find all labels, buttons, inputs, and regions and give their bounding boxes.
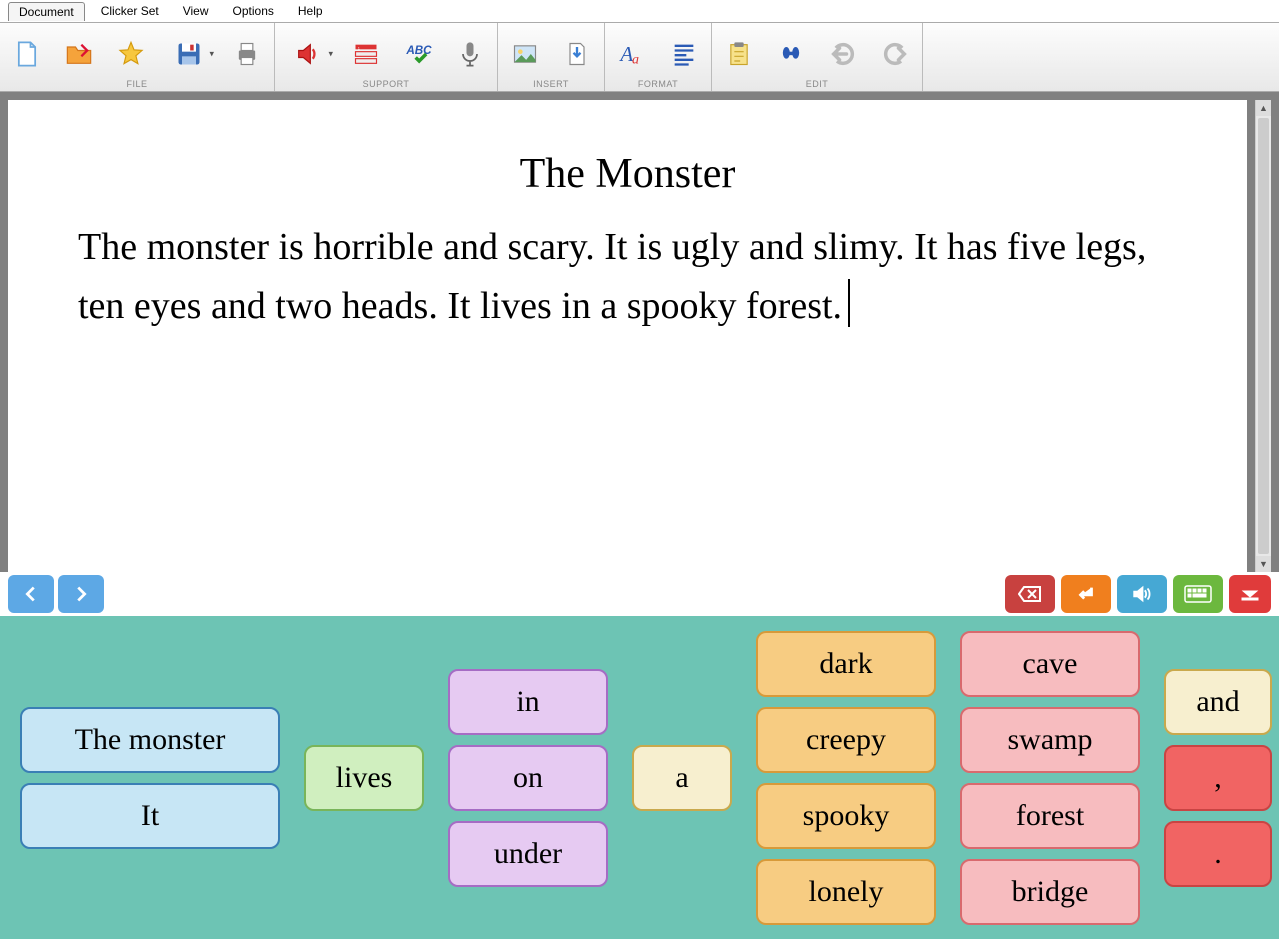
- svg-text:ABC: ABC: [405, 44, 432, 57]
- document-body: The monster is horrible and scary. It is…: [78, 218, 1177, 336]
- menu-options[interactable]: Options: [221, 2, 286, 20]
- scroll-thumb[interactable]: [1258, 118, 1269, 554]
- predictor-button[interactable]: 1: [349, 37, 383, 71]
- word-cell-bridge[interactable]: bridge: [960, 859, 1140, 925]
- word-cell-on[interactable]: on: [448, 745, 608, 811]
- font-button[interactable]: Aa: [615, 37, 649, 71]
- control-strip: [0, 572, 1279, 616]
- grid-prev-button[interactable]: [8, 575, 54, 613]
- scroll-up-arrow[interactable]: ▲: [1256, 100, 1271, 116]
- group-label-support: SUPPORT: [275, 79, 497, 91]
- document-area: The Monster The monster is horrible and …: [0, 92, 1279, 572]
- word-cell-lonely[interactable]: lonely: [756, 859, 936, 925]
- paragraph-button[interactable]: [667, 37, 701, 71]
- menu-view[interactable]: View: [171, 2, 221, 20]
- word-cell-a[interactable]: a: [632, 745, 732, 811]
- word-cell-under[interactable]: under: [448, 821, 608, 887]
- word-cell-creepy[interactable]: creepy: [756, 707, 936, 773]
- grid-next-button[interactable]: [58, 575, 104, 613]
- menu-bar: Document Clicker Set View Options Help: [0, 0, 1279, 22]
- print-button[interactable]: [230, 37, 264, 71]
- word-cell-it[interactable]: It: [20, 783, 280, 849]
- word-cell-lives[interactable]: lives: [304, 745, 424, 811]
- enter-button[interactable]: [1061, 575, 1111, 613]
- toolbar: FILE 1 ABC SUPPORT INSERT Aa FORMAT EDI: [0, 22, 1279, 92]
- word-cell-dark[interactable]: dark: [756, 631, 936, 697]
- group-label-edit: EDIT: [712, 79, 922, 91]
- word-cell-cave[interactable]: cave: [960, 631, 1140, 697]
- word-cell-in[interactable]: in: [448, 669, 608, 735]
- document-page[interactable]: The Monster The monster is horrible and …: [8, 100, 1247, 572]
- menu-tab-document[interactable]: Document: [8, 2, 85, 21]
- new-document-button[interactable]: [10, 37, 44, 71]
- word-cell-swamp[interactable]: swamp: [960, 707, 1140, 773]
- group-label-format: FORMAT: [605, 79, 711, 91]
- vertical-scrollbar[interactable]: ▲ ▼: [1255, 100, 1271, 572]
- save-button[interactable]: [166, 37, 212, 71]
- word-cell-spooky[interactable]: spooky: [756, 783, 936, 849]
- svg-text:a: a: [632, 52, 639, 67]
- favorites-button[interactable]: [114, 37, 148, 71]
- delete-word-button[interactable]: [1005, 575, 1055, 613]
- clipboard-button[interactable]: [722, 37, 756, 71]
- keyboard-button[interactable]: [1173, 575, 1223, 613]
- speak-grid-button[interactable]: [1117, 575, 1167, 613]
- word-cell-forest[interactable]: forest: [960, 783, 1140, 849]
- spellcheck-button[interactable]: ABC: [401, 37, 435, 71]
- open-folder-button[interactable]: [62, 37, 96, 71]
- menu-clicker-set[interactable]: Clicker Set: [89, 2, 171, 20]
- group-label-insert: INSERT: [498, 79, 604, 91]
- find-button[interactable]: [774, 37, 808, 71]
- word-cell-and[interactable]: and: [1164, 669, 1272, 735]
- undo-button[interactable]: [826, 37, 860, 71]
- insert-picture-button[interactable]: [508, 37, 542, 71]
- speak-button[interactable]: [285, 37, 331, 71]
- word-cell-comma[interactable]: ,: [1164, 745, 1272, 811]
- insert-page-button[interactable]: [560, 37, 594, 71]
- group-label-file: FILE: [0, 79, 274, 91]
- text-cursor: [848, 279, 850, 327]
- word-cell-the-monster[interactable]: The monster: [20, 707, 280, 773]
- clicker-grid: The monster It lives in on under a dark …: [0, 616, 1279, 939]
- scroll-down-arrow[interactable]: ▼: [1256, 556, 1271, 572]
- menu-help[interactable]: Help: [286, 2, 335, 20]
- microphone-button[interactable]: [453, 37, 487, 71]
- collapse-grid-button[interactable]: [1229, 575, 1271, 613]
- svg-text:1: 1: [358, 46, 360, 50]
- document-title: The Monster: [78, 150, 1177, 198]
- word-cell-fullstop[interactable]: .: [1164, 821, 1272, 887]
- redo-button[interactable]: [878, 37, 912, 71]
